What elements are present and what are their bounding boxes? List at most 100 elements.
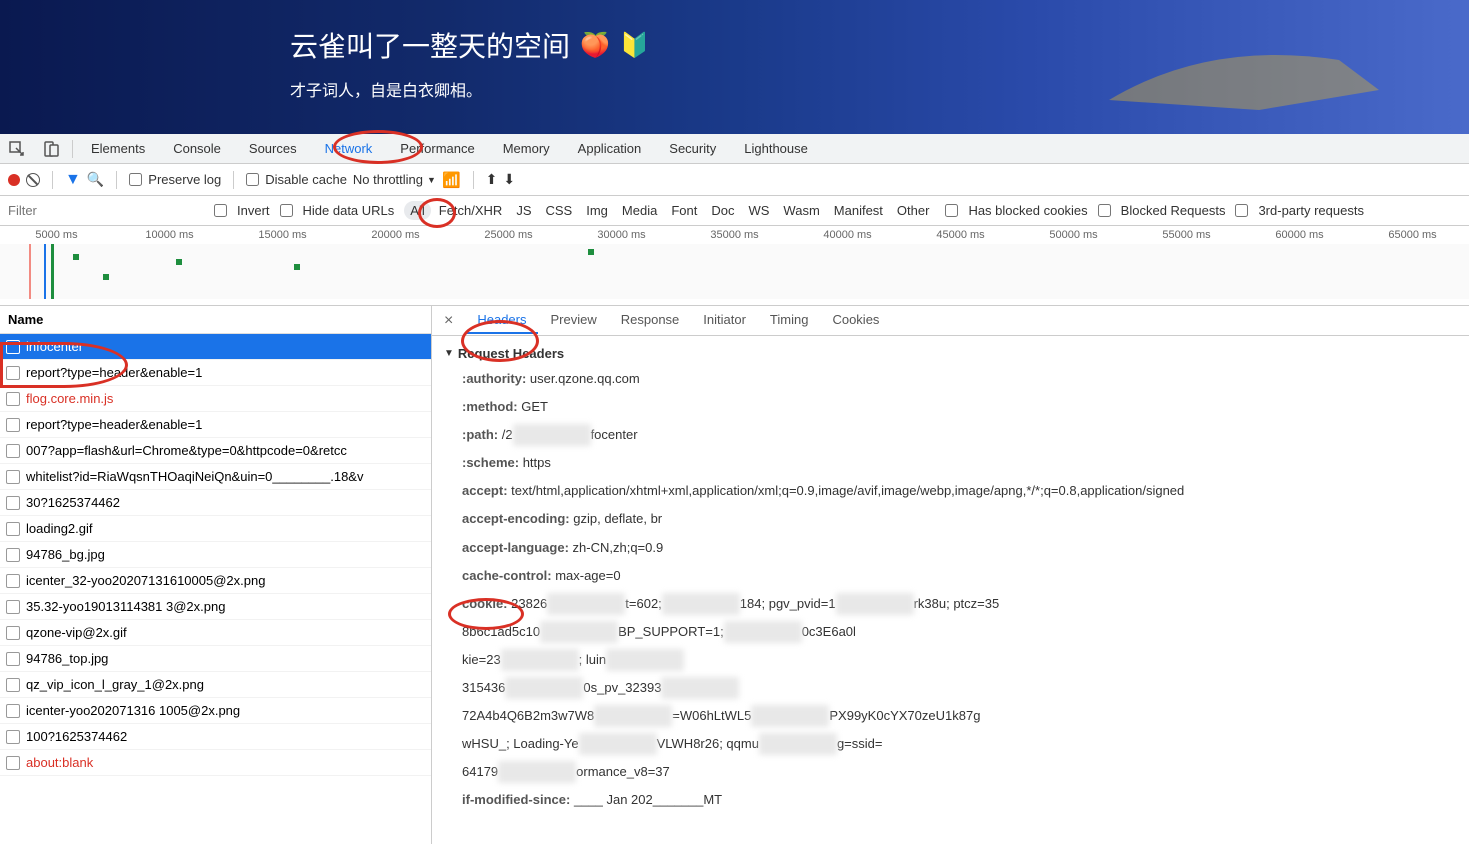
tab-console[interactable]: Console — [159, 135, 235, 162]
timeline-tick: 40000 ms — [791, 229, 904, 241]
request-name: loading2.gif — [26, 521, 93, 536]
filter-type-css[interactable]: CSS — [540, 201, 579, 220]
invert-checkbox[interactable] — [214, 204, 227, 217]
detail-tab-initiator[interactable]: Initiator — [691, 307, 758, 334]
device-toggle-icon[interactable] — [34, 141, 68, 157]
filter-type-font[interactable]: Font — [665, 201, 703, 220]
filter-input[interactable] — [4, 199, 204, 223]
request-name: icenter_32-yoo20207131610005@2x.png — [26, 573, 265, 588]
request-row[interactable]: 100?1625374462 — [0, 724, 431, 750]
timeline-mark — [44, 244, 46, 299]
banner-decoration — [1059, 20, 1409, 120]
clear-button[interactable] — [26, 173, 40, 187]
request-row[interactable]: 30?1625374462 — [0, 490, 431, 516]
request-name: qzone-vip@2x.gif — [26, 625, 127, 640]
headers-body[interactable]: ▼ Request Headers :authority: user.qzone… — [432, 336, 1469, 844]
hide-data-urls-label: Hide data URLs — [303, 203, 395, 218]
request-name: report?type=header&enable=1 — [26, 365, 202, 380]
filter-type-other[interactable]: Other — [891, 201, 936, 220]
list-header-name[interactable]: Name — [0, 306, 431, 334]
header-row: if-modified-since: ____ Jan 202_______MT — [444, 786, 1457, 814]
disable-cache-checkbox[interactable] — [246, 173, 259, 186]
request-name: 30?1625374462 — [26, 495, 120, 510]
detail-tab-timing[interactable]: Timing — [758, 307, 821, 334]
request-list[interactable]: Name infocenter report?type=header&enable… — [0, 306, 432, 844]
tab-elements[interactable]: Elements — [77, 135, 159, 162]
request-row[interactable]: report?type=header&enable=1 — [0, 360, 431, 386]
filter-type-doc[interactable]: Doc — [705, 201, 740, 220]
request-row[interactable]: qz_vip_icon_l_gray_1@2x.png — [0, 672, 431, 698]
search-icon[interactable]: 🔍 — [87, 171, 104, 188]
file-icon — [6, 470, 20, 484]
tab-application[interactable]: Application — [564, 135, 656, 162]
header-value: https — [523, 455, 551, 470]
request-row[interactable]: 35.32-yoo19013114381 3@2x.png — [0, 594, 431, 620]
filter-type-img[interactable]: Img — [580, 201, 614, 220]
detail-tab-preview[interactable]: Preview — [538, 307, 608, 334]
timeline-mark — [294, 264, 300, 270]
request-row[interactable]: icenter_32-yoo20207131610005@2x.png — [0, 568, 431, 594]
request-name: flog.core.min.js — [26, 391, 113, 406]
tab-network[interactable]: Network — [311, 135, 387, 162]
request-row[interactable]: about:blank — [0, 750, 431, 776]
filter-type-all[interactable]: All — [404, 201, 430, 220]
record-button[interactable] — [8, 174, 20, 186]
request-row[interactable]: 007?app=flash&url=Chrome&type=0&httpcode… — [0, 438, 431, 464]
has-blocked-cookies-checkbox[interactable] — [945, 204, 958, 217]
collapse-triangle-icon[interactable]: ▼ — [444, 348, 454, 359]
detail-tab-response[interactable]: Response — [609, 307, 692, 334]
filter-type-wasm[interactable]: Wasm — [777, 201, 825, 220]
header-row: :authority: user.qzone.qq.com — [444, 365, 1457, 393]
request-row[interactable]: 94786_bg.jpg — [0, 542, 431, 568]
header-row: accept-encoding: gzip, deflate, br — [444, 505, 1457, 533]
header-value: 8b6c1ad5c10xxxxxxxxxxxxBP_SUPPORT=1;xxxx… — [462, 624, 856, 639]
filter-toggle-icon[interactable]: ▼ — [65, 171, 81, 189]
request-row[interactable]: 94786_top.jpg — [0, 646, 431, 672]
filter-type-manifest[interactable]: Manifest — [828, 201, 889, 220]
tab-sources[interactable]: Sources — [235, 135, 311, 162]
tab-performance[interactable]: Performance — [386, 135, 488, 162]
header-row: 8b6c1ad5c10xxxxxxxxxxxxBP_SUPPORT=1;xxxx… — [444, 618, 1457, 646]
network-conditions-icon[interactable]: 📶 — [442, 171, 461, 189]
inspect-icon[interactable] — [0, 141, 34, 157]
download-har-icon[interactable]: ⬇ — [503, 171, 515, 188]
request-name: 007?app=flash&url=Chrome&type=0&httpcode… — [26, 443, 347, 458]
tab-lighthouse[interactable]: Lighthouse — [730, 135, 822, 162]
shield-icon: 🔰 — [620, 31, 650, 60]
close-detail-button[interactable]: × — [436, 312, 461, 330]
hide-data-urls-checkbox[interactable] — [280, 204, 293, 217]
separator — [52, 171, 53, 189]
timeline-overview[interactable]: 5000 ms10000 ms15000 ms20000 ms25000 ms3… — [0, 226, 1469, 306]
request-row[interactable]: infocenter — [0, 334, 431, 360]
blocked-requests-checkbox[interactable] — [1098, 204, 1111, 217]
throttling-select[interactable]: No throttling ▼ — [353, 172, 436, 187]
disable-cache-label: Disable cache — [265, 172, 347, 187]
request-row[interactable]: whitelist?id=RiaWqsnTHOaqiNeiQn&uin=0___… — [0, 464, 431, 490]
header-row: 72A4b4Q6B2m3w7W8xxxxxxxxxxxx=W06hLtWL5xx… — [444, 702, 1457, 730]
request-row[interactable]: icenter-yoo202071316 1005@2x.png — [0, 698, 431, 724]
tab-security[interactable]: Security — [655, 135, 730, 162]
filter-type-media[interactable]: Media — [616, 201, 663, 220]
tab-memory[interactable]: Memory — [489, 135, 564, 162]
timeline-tick: 50000 ms — [1017, 229, 1130, 241]
request-row[interactable]: flog.core.min.js — [0, 386, 431, 412]
third-party-checkbox[interactable] — [1235, 204, 1248, 217]
request-headers-section[interactable]: ▼ Request Headers — [444, 346, 1457, 361]
timeline-tick: 65000 ms — [1356, 229, 1469, 241]
network-toolbar: ▼ 🔍 Preserve log Disable cache No thrott… — [0, 164, 1469, 196]
header-row: cookie: 23826xxxxxxxxxxxxt=602;xxxxxxxxx… — [444, 590, 1457, 618]
detail-tab-cookies[interactable]: Cookies — [820, 307, 891, 334]
preserve-log-checkbox[interactable] — [129, 173, 142, 186]
request-row[interactable]: qzone-vip@2x.gif — [0, 620, 431, 646]
filter-type-fetch-xhr[interactable]: Fetch/XHR — [433, 201, 509, 220]
filter-type-ws[interactable]: WS — [742, 201, 775, 220]
timeline-tick: 30000 ms — [565, 229, 678, 241]
upload-har-icon[interactable]: ⬆ — [486, 171, 498, 188]
filter-type-js[interactable]: JS — [510, 201, 537, 220]
request-row[interactable]: report?type=header&enable=1 — [0, 412, 431, 438]
header-row: accept-language: zh-CN,zh;q=0.9 — [444, 534, 1457, 562]
detail-tab-headers[interactable]: Headers — [465, 307, 538, 334]
file-icon — [6, 366, 20, 380]
header-value: ____ Jan 202_______MT — [574, 792, 722, 807]
request-row[interactable]: loading2.gif — [0, 516, 431, 542]
